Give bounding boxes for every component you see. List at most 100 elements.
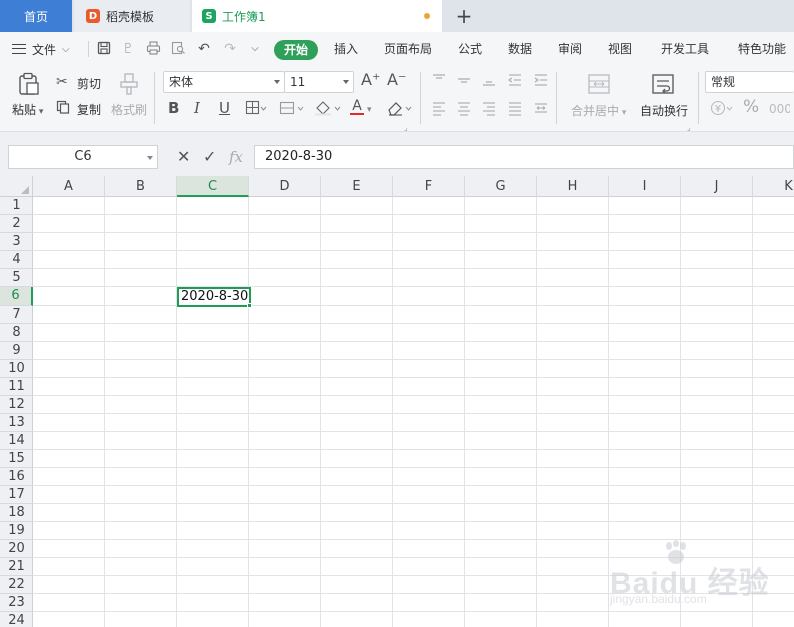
decrease-font-icon[interactable]: A⁻ bbox=[387, 72, 406, 88]
column-header-B[interactable]: B bbox=[105, 176, 177, 197]
percent-button[interactable]: % bbox=[743, 99, 759, 116]
column-header-J[interactable]: J bbox=[681, 176, 753, 197]
row-header[interactable]: 13 bbox=[0, 414, 33, 432]
row-header[interactable]: 4 bbox=[0, 251, 33, 269]
font-size-select[interactable]: 11 bbox=[284, 71, 354, 93]
font-name-select[interactable]: 宋体 bbox=[163, 71, 285, 93]
eraser-icon[interactable] bbox=[386, 100, 414, 120]
paste-button[interactable]: 粘贴 ▾ bbox=[12, 101, 43, 118]
align-center-icon[interactable] bbox=[456, 100, 472, 120]
merge-center-icon[interactable] bbox=[587, 72, 611, 96]
select-all-button[interactable] bbox=[0, 176, 33, 197]
row-header[interactable]: 24 bbox=[0, 612, 33, 627]
align-right-icon[interactable] bbox=[481, 100, 497, 120]
name-box[interactable]: C6 bbox=[8, 145, 158, 169]
column-header-F[interactable]: F bbox=[393, 176, 465, 197]
distributed-align-icon[interactable] bbox=[533, 100, 549, 120]
increase-indent-icon[interactable] bbox=[533, 72, 549, 92]
column-header-H[interactable]: H bbox=[537, 176, 609, 197]
save-icon[interactable] bbox=[96, 41, 112, 57]
undo-icon[interactable]: ↶ bbox=[196, 41, 212, 57]
print-preview-icon[interactable] bbox=[170, 41, 186, 57]
merge-style-icon[interactable] bbox=[279, 100, 305, 120]
print-icon[interactable] bbox=[145, 41, 161, 57]
new-tab-button[interactable]: + bbox=[452, 4, 476, 28]
row-header[interactable]: 18 bbox=[0, 504, 33, 522]
align-middle-icon[interactable] bbox=[456, 72, 472, 92]
font-color-dropdown-icon[interactable]: ▾ bbox=[367, 102, 372, 118]
menu-view[interactable]: 视图 bbox=[608, 40, 632, 58]
insert-function-button[interactable]: fx bbox=[229, 147, 243, 167]
thousands-separator-icon[interactable]: 000 bbox=[768, 100, 792, 120]
currency-icon[interactable] bbox=[710, 100, 734, 120]
menu-review[interactable]: 审阅 bbox=[558, 40, 582, 58]
cancel-entry-button[interactable]: ✕ bbox=[177, 147, 190, 167]
row-header[interactable]: 19 bbox=[0, 522, 33, 540]
menu-data[interactable]: 数据 bbox=[508, 40, 532, 58]
column-header-A[interactable]: A bbox=[33, 176, 105, 197]
cut-button[interactable]: 剪切 bbox=[77, 75, 101, 92]
row-header[interactable]: 23 bbox=[0, 594, 33, 612]
row-header[interactable]: 16 bbox=[0, 468, 33, 486]
row-header[interactable]: 12 bbox=[0, 396, 33, 414]
fill-handle[interactable] bbox=[247, 303, 252, 308]
fill-color-icon[interactable] bbox=[314, 100, 342, 120]
tab-docer-templates[interactable]: D 稻壳模板 bbox=[74, 0, 190, 32]
decrease-indent-icon[interactable] bbox=[507, 72, 523, 92]
menu-start[interactable]: 开始 bbox=[274, 40, 318, 60]
active-cell-C6[interactable]: 2020-8-30 bbox=[177, 287, 251, 307]
row-header[interactable]: 20 bbox=[0, 540, 33, 558]
quick-access-dropdown-icon[interactable]: ⌵ bbox=[247, 41, 263, 57]
border-icon[interactable] bbox=[245, 100, 267, 120]
number-format-select[interactable]: 常规 bbox=[705, 71, 794, 93]
wrap-text-button[interactable]: 自动换行 bbox=[640, 102, 688, 119]
row-header-active[interactable]: 6 bbox=[0, 287, 33, 306]
format-painter-icon[interactable]: ♇ bbox=[120, 41, 136, 57]
tab-home[interactable]: 首页 bbox=[0, 0, 72, 32]
font-color-button[interactable]: A bbox=[350, 99, 364, 115]
wrap-text-icon[interactable] bbox=[651, 72, 675, 96]
row-header[interactable]: 1 bbox=[0, 197, 33, 215]
row-header[interactable]: 7 bbox=[0, 306, 33, 324]
justify-icon[interactable] bbox=[507, 100, 523, 120]
underline-button[interactable]: U bbox=[219, 100, 230, 116]
column-header-G[interactable]: G bbox=[465, 176, 537, 197]
bold-button[interactable]: B bbox=[168, 100, 179, 116]
align-top-icon[interactable] bbox=[431, 72, 447, 92]
menu-developer[interactable]: 开发工具 bbox=[661, 40, 709, 58]
column-header-C[interactable]: C bbox=[177, 176, 249, 197]
tab-workbook[interactable]: S 工作簿1 bbox=[192, 0, 442, 32]
column-header-K[interactable]: K bbox=[753, 176, 794, 197]
redo-icon[interactable]: ↷ bbox=[222, 41, 238, 57]
column-header-D[interactable]: D bbox=[249, 176, 321, 197]
align-left-icon[interactable] bbox=[431, 100, 447, 120]
row-header[interactable]: 17 bbox=[0, 486, 33, 504]
row-header[interactable]: 8 bbox=[0, 324, 33, 342]
row-header[interactable]: 11 bbox=[0, 378, 33, 396]
merge-center-button[interactable]: 合并居中 ▾ bbox=[571, 102, 626, 119]
paste-icon[interactable] bbox=[18, 72, 40, 96]
menu-formulas[interactable]: 公式 bbox=[458, 40, 482, 58]
row-header[interactable]: 2 bbox=[0, 215, 33, 233]
copy-button[interactable]: 复制 bbox=[77, 101, 101, 118]
confirm-entry-button[interactable]: ✓ bbox=[203, 147, 216, 167]
italic-button[interactable]: I bbox=[194, 100, 200, 116]
file-menu-button[interactable]: 文件 ⌵ bbox=[12, 40, 70, 58]
row-header[interactable]: 21 bbox=[0, 558, 33, 576]
column-header-E[interactable]: E bbox=[321, 176, 393, 197]
menu-insert[interactable]: 插入 bbox=[334, 40, 358, 58]
row-header[interactable]: 22 bbox=[0, 576, 33, 594]
row-header[interactable]: 15 bbox=[0, 450, 33, 468]
row-header[interactable]: 3 bbox=[0, 233, 33, 251]
column-header-I[interactable]: I bbox=[609, 176, 681, 197]
menu-special-features[interactable]: 特色功能 bbox=[738, 40, 786, 58]
row-header[interactable]: 9 bbox=[0, 342, 33, 360]
align-bottom-icon[interactable] bbox=[481, 72, 497, 92]
row-header[interactable]: 5 bbox=[0, 269, 33, 287]
increase-font-icon[interactable]: A⁺ bbox=[361, 72, 380, 88]
format-painter-button[interactable]: 格式刷 bbox=[111, 101, 147, 118]
menu-page-layout[interactable]: 页面布局 bbox=[384, 40, 432, 58]
formula-input[interactable]: 2020-8-30 bbox=[254, 145, 794, 169]
row-header[interactable]: 10 bbox=[0, 360, 33, 378]
row-header[interactable]: 14 bbox=[0, 432, 33, 450]
